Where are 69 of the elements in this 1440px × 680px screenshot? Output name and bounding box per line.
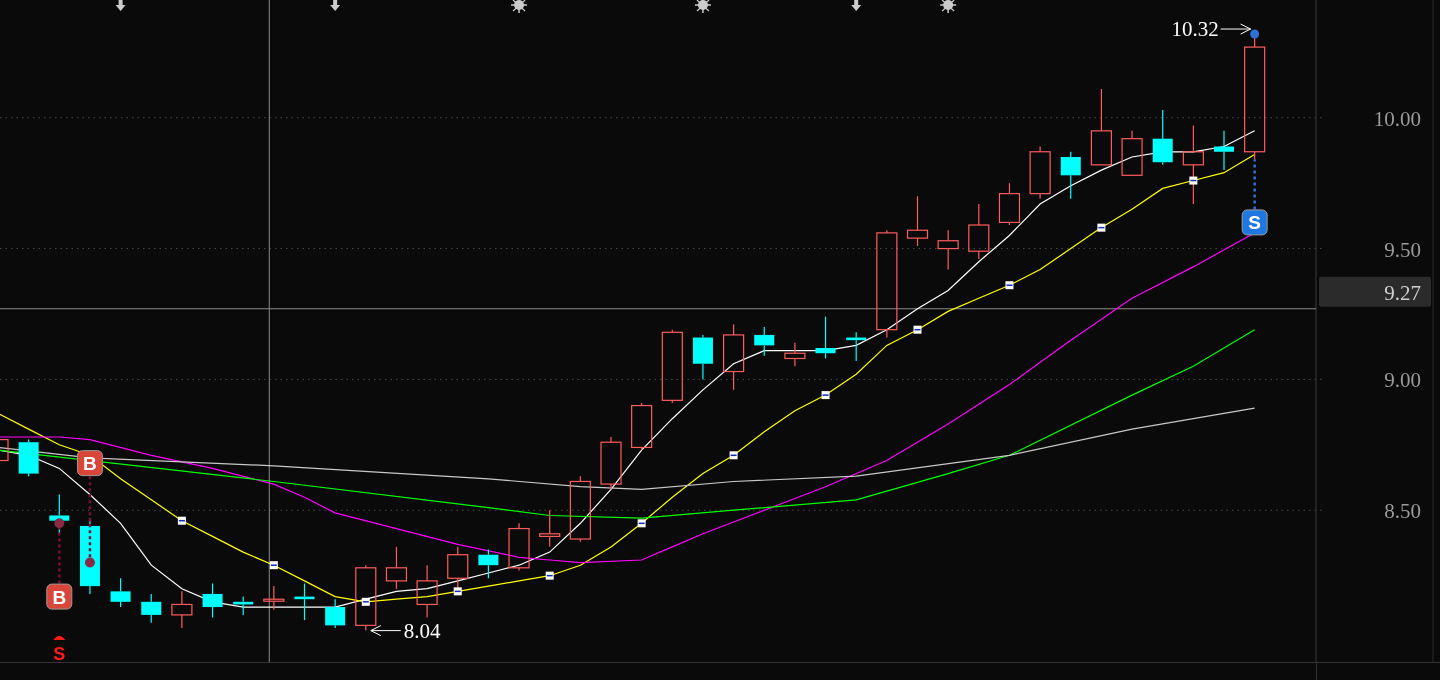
candlestick <box>631 402 653 451</box>
candlestick <box>416 564 438 619</box>
candlestick <box>846 331 867 362</box>
gear-icon[interactable] <box>510 0 528 14</box>
candlestick <box>110 577 131 608</box>
marker-icon <box>1189 176 1198 185</box>
signal-dot <box>1250 29 1260 39</box>
marker-icon <box>1097 223 1106 232</box>
candlestick <box>1060 151 1081 200</box>
marker-icon <box>177 516 186 525</box>
candlestick <box>1214 130 1234 171</box>
marker-icon <box>361 597 370 606</box>
signal-dot <box>84 557 95 568</box>
candlestick <box>998 182 1021 226</box>
price-label: 10.32 <box>1171 17 1219 41</box>
candlestick <box>478 548 499 579</box>
candlestick <box>171 590 193 629</box>
candlestick <box>263 585 285 611</box>
candlestick <box>508 522 530 571</box>
price-label: 8.04 <box>403 618 441 643</box>
axis-label: 9.50 <box>1384 237 1421 262</box>
candlestick <box>723 323 745 391</box>
candlestick <box>1152 109 1173 166</box>
marker-icon <box>729 451 738 460</box>
crosshair-price-tag: 9.27 <box>1319 276 1431 307</box>
candlestick <box>937 229 959 271</box>
marker-icon <box>637 519 646 528</box>
candlestick <box>600 436 622 490</box>
marker-icon <box>453 587 462 596</box>
candlestick <box>325 598 346 629</box>
candlestick <box>784 342 806 367</box>
buy-badge: B <box>76 450 103 477</box>
leader-line <box>1253 159 1256 210</box>
candlestick <box>0 439 9 462</box>
marker-icon <box>821 391 830 400</box>
sell-signal: S <box>53 635 66 662</box>
candlestick <box>1121 130 1143 176</box>
marker-icon <box>913 325 922 334</box>
candlestick <box>18 439 39 477</box>
candlestick <box>569 475 591 543</box>
gear-icon[interactable] <box>939 0 957 14</box>
candlestick <box>385 546 408 590</box>
axis-label: 9.00 <box>1384 368 1421 393</box>
pointer-arrow <box>370 625 402 637</box>
gear-icon[interactable] <box>694 0 712 14</box>
down-arrow-icon[interactable] <box>330 0 341 11</box>
candlestick <box>141 593 162 624</box>
down-arrow-icon[interactable] <box>851 0 862 11</box>
marker-icon <box>269 561 278 570</box>
candlestick <box>539 509 561 548</box>
pointer-arrow <box>1220 23 1252 35</box>
candlestick <box>355 564 377 632</box>
marker-icon <box>545 571 554 580</box>
candlestick <box>754 326 775 357</box>
candlestick <box>815 316 836 360</box>
candlestick <box>692 334 713 380</box>
marker-icon <box>1005 281 1014 290</box>
candlestick <box>1029 145 1051 200</box>
signal-dot <box>54 518 65 529</box>
candlestick <box>294 582 315 621</box>
buy-badge: B <box>46 583 73 610</box>
sell-badge: S <box>1241 209 1268 236</box>
axis-label: 10.00 <box>1373 106 1421 131</box>
candlestick <box>906 195 929 247</box>
axis-label: 8.50 <box>1384 499 1421 524</box>
candlestick <box>233 596 254 616</box>
candlestick <box>968 203 990 260</box>
down-arrow-icon[interactable] <box>115 0 126 11</box>
candlestick <box>202 582 223 619</box>
